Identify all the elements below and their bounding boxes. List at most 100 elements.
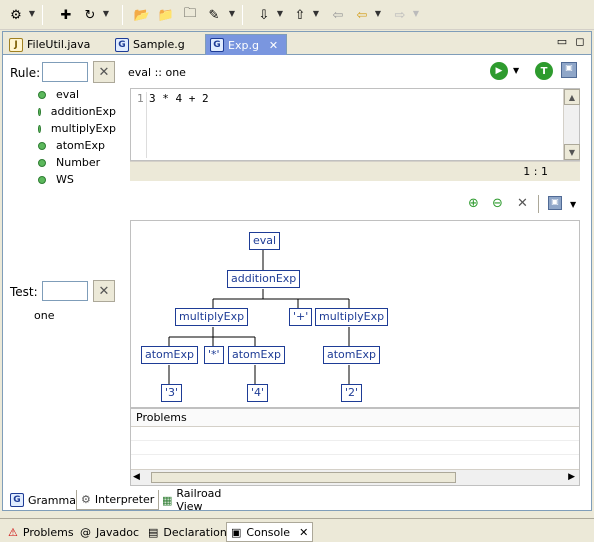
tab-problems[interactable]: ⚠ Problems [4, 522, 78, 542]
problems-row [131, 427, 579, 441]
code-vertical-scrollbar[interactable]: ▲ ▼ [563, 89, 580, 160]
scroll-right-icon[interactable]: ▶ [568, 472, 575, 482]
rule-item-additionexp[interactable]: additionExp [8, 103, 116, 120]
open-folder-icon[interactable]: 📂 [132, 5, 152, 25]
code-text[interactable]: 3 * 4 + 2 [149, 92, 209, 105]
rule-item-atomexp[interactable]: atomExp [8, 137, 116, 154]
tab-exp-g[interactable]: G Exp.g ✕ [205, 34, 287, 55]
chevron-down-icon[interactable]: ▼ [374, 9, 382, 21]
run-icon[interactable]: ▶ [490, 62, 508, 80]
clear-icon[interactable]: ✕ [517, 196, 528, 211]
back-icon[interactable]: ⇦ [328, 5, 348, 25]
toolbar-separator [538, 195, 539, 213]
tab-sample-g[interactable]: G Sample.g [111, 34, 205, 55]
tree-node-4[interactable]: '4' [247, 384, 269, 402]
interpreter-icon: ⚙ [81, 493, 91, 506]
tree-node-2[interactable]: '2' [341, 384, 363, 402]
tree-node-3[interactable]: '3' [161, 384, 183, 402]
tab-interpreter[interactable]: ⚙ Interpreter [76, 490, 160, 510]
tree-node-atomexp[interactable]: atomExp [228, 346, 285, 364]
save-icon[interactable]: ▣ [561, 62, 577, 78]
rule-status-icon [38, 158, 46, 167]
zoom-out-icon[interactable]: ⊖ [492, 196, 503, 211]
tree-node-additionexp[interactable]: additionExp [227, 270, 301, 288]
code-editor[interactable]: 1 3 * 4 + 2 ▲ ▼ [130, 88, 580, 161]
console-icon: ▣ [231, 525, 242, 539]
chevron-down-icon[interactable]: ▼ [513, 66, 519, 75]
zoom-in-icon[interactable]: ⊕ [468, 196, 479, 211]
test-filter-input[interactable] [42, 281, 88, 301]
run-icon[interactable]: ↻ [80, 5, 100, 25]
rule-status-icon [38, 90, 46, 99]
gutter-divider [146, 92, 147, 158]
rule-item-multiplyexp[interactable]: multiplyExp [8, 120, 116, 137]
bottom-view-tabs: ⚠ Problems @ Javadoc ▤ Declaration ▣ Con… [0, 518, 594, 542]
chevron-down-icon[interactable]: ▼ [312, 9, 320, 21]
railroad-icon: ▦ [162, 493, 173, 507]
tree-node-eval[interactable]: eval [249, 232, 281, 250]
main-toolbar: ⚙ ▼ ✚ ↻ ▼ 📂 📁 🗀 ✎ ▼ ⇩ ▼ ⇧ ▼ ⇦ ⇦ ▼ ⇨ ▼ [0, 0, 594, 30]
clear-test-filter-button[interactable]: ✕ [93, 280, 115, 302]
export-icon[interactable]: ▣ [548, 196, 562, 210]
grammar-file-icon: G [10, 493, 24, 507]
close-icon[interactable]: ✕ [269, 39, 278, 52]
scroll-thumb[interactable] [151, 472, 456, 483]
tree-node-atomexp[interactable]: atomExp [323, 346, 380, 364]
open-file-icon[interactable]: 🗀 [180, 5, 200, 25]
tab-javadoc[interactable]: @ Javadoc [76, 522, 143, 542]
chevron-down-icon[interactable]: ▼ [28, 9, 36, 21]
scroll-down-icon[interactable]: ▼ [564, 144, 580, 160]
open-project-icon[interactable]: 📁 [156, 5, 176, 25]
problems-icon: ⚠ [8, 525, 18, 539]
interpreter-header: eval :: one [128, 66, 186, 79]
new-icon[interactable]: ✚ [56, 5, 76, 25]
chevron-down-icon[interactable]: ▼ [276, 9, 284, 21]
rule-item-number[interactable]: Number [8, 154, 116, 171]
rule-status-icon [38, 107, 41, 116]
problems-title: Problems [131, 409, 579, 427]
rule-status-icon [38, 141, 46, 150]
chevron-down-icon[interactable]: ▼ [412, 9, 420, 21]
tree-node-multiplyexp[interactable]: multiplyExp [175, 308, 249, 326]
tree-node-multiplyexp[interactable]: multiplyExp [315, 308, 389, 326]
java-file-icon: J [9, 37, 23, 52]
test-item-one[interactable]: one [8, 306, 116, 322]
debug-run-icon[interactable]: ⚙ [6, 5, 26, 25]
rule-label: Rule: [10, 66, 41, 80]
close-icon[interactable]: ✕ [299, 526, 308, 539]
tool-icon[interactable]: ✎ [204, 5, 224, 25]
status-bar: 1 : 1 [130, 161, 580, 181]
rule-item-ws[interactable]: WS [8, 171, 116, 188]
next-annotation-icon[interactable]: ⇩ [254, 5, 274, 25]
tab-fileutil-java[interactable]: J FileUtil.java [5, 34, 109, 55]
problems-panel: Problems ◀ ▶ [130, 408, 580, 486]
test-run-icon[interactable]: T [535, 62, 553, 80]
rule-item-eval[interactable]: eval [8, 86, 116, 103]
toolbar-separator [242, 5, 243, 25]
tree-node-atomexp[interactable]: atomExp [141, 346, 198, 364]
minimize-icon[interactable]: ▭ [555, 35, 569, 49]
chevron-down-icon[interactable]: ▼ [102, 9, 110, 21]
rule-status-icon [38, 124, 41, 133]
problems-horizontal-scrollbar[interactable]: ◀ ▶ [131, 469, 579, 485]
toolbar-separator [122, 5, 123, 25]
cursor-position: 1 : 1 [523, 165, 548, 178]
problems-row [131, 441, 579, 455]
tree-node-plus[interactable]: '+' [289, 308, 313, 326]
clear-rule-filter-button[interactable]: ✕ [93, 61, 115, 83]
prev-annotation-icon[interactable]: ⇧ [290, 5, 310, 25]
back-icon[interactable]: ⇦ [352, 5, 372, 25]
tab-grammar[interactable]: G Grammar [6, 490, 84, 510]
chevron-down-icon[interactable]: ▼ [228, 9, 236, 21]
maximize-icon[interactable]: ◻ [573, 35, 587, 49]
rule-filter-input[interactable] [42, 62, 88, 82]
forward-icon[interactable]: ⇨ [390, 5, 410, 25]
tree-node-multiply[interactable]: '*' [204, 346, 224, 364]
tab-railroad-view[interactable]: ▦ Railroad View [158, 487, 225, 513]
tab-console[interactable]: ▣ Console ✕ [226, 522, 314, 542]
scroll-up-icon[interactable]: ▲ [564, 89, 580, 105]
scroll-left-icon[interactable]: ◀ [133, 472, 140, 482]
grammar-file-icon: G [210, 38, 224, 52]
tab-declaration[interactable]: ▤ Declaration [144, 522, 231, 542]
chevron-down-icon[interactable]: ▼ [570, 200, 576, 209]
